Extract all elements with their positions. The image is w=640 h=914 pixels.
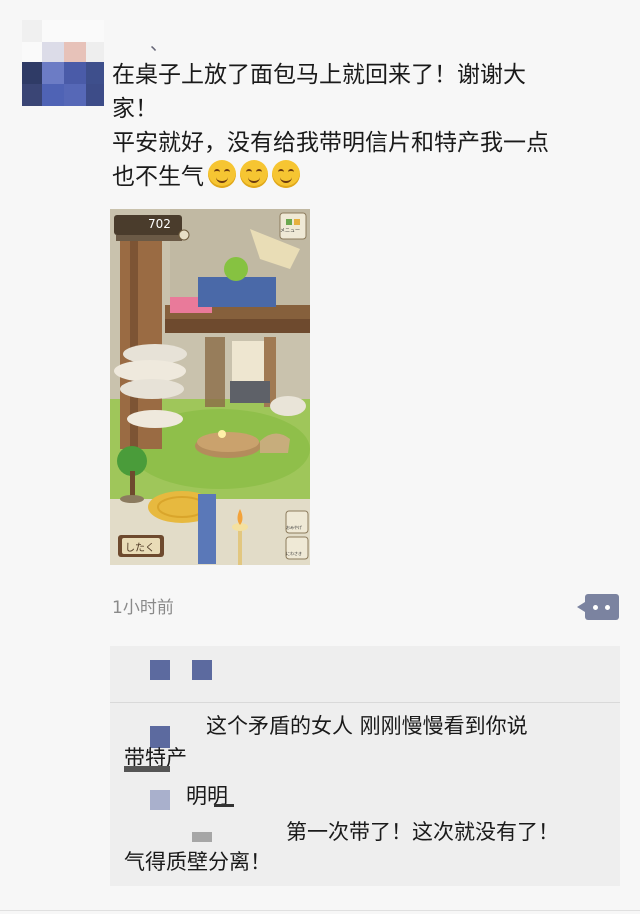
post-timestamp: 1小时前 [112,598,174,618]
commenter-avatar[interactable] [150,790,170,810]
post-text-line: 平安就好，没有给我带明信片和特产我一点 [112,130,549,156]
post-text-line: 在桌子上放了面包马上就回来了！谢谢大 [112,62,526,88]
smile-emoji-icon [272,160,300,188]
divider [110,702,620,703]
game-screenshot-image[interactable]: 702 メニュー したく おみやげ にわさき [110,209,310,565]
comment-text: 气得质壁分离！ [124,850,271,874]
smile-emoji-icon [208,160,236,188]
game-button-garden: にわさき [286,551,302,556]
dot-icon [593,605,598,610]
like-avatar[interactable] [150,660,170,680]
post-text-line: 也不生气 [112,160,622,194]
game-menu-label: メニュー [280,228,301,234]
username[interactable]: 、 [150,30,168,56]
comment-text: 这个矛盾的女人 刚刚慢慢看到你说 [206,714,528,738]
dot-icon [605,605,610,610]
underline [214,804,234,807]
redacted-block [124,766,170,772]
game-button-souvenirs: おみやげ [286,525,302,530]
more-actions-button[interactable] [577,594,619,620]
divider [0,910,640,911]
game-scene [110,209,310,565]
smile-emoji-icon [240,160,268,188]
like-avatar[interactable] [192,660,212,680]
game-button-prepare: したく [125,543,155,554]
post-text: 在桌子上放了面包马上就回来了！谢谢大 家！ 平安就好，没有给我带明信片和特产我一… [112,58,622,194]
redacted-block [192,832,212,842]
comment-text: 第一次带了！这次就没有了！ [286,820,559,844]
post-text-line: 家！ [112,96,158,122]
currency-value: 702 [148,217,171,231]
comment-section: 这个矛盾的女人 刚刚慢慢看到你说 带特产 明明 第一次带了！这次就没有了！ 气得… [110,646,620,886]
avatar[interactable] [22,20,104,106]
